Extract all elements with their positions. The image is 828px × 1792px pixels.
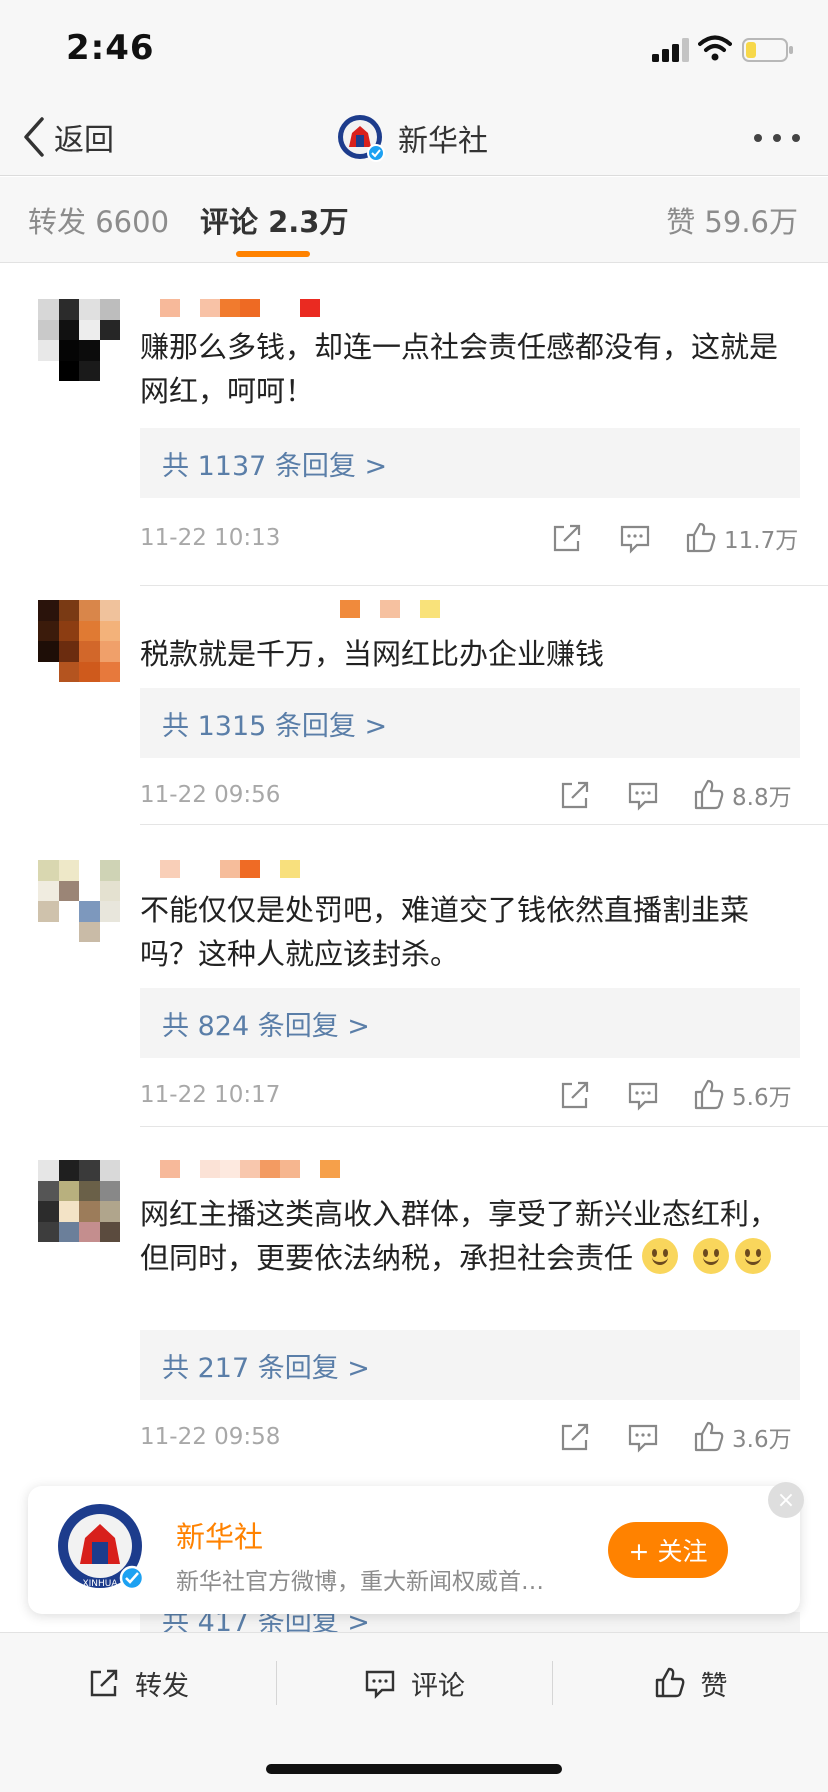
status-bar: 2:46 [0, 0, 828, 100]
comment-date: 11-22 09:56 [140, 782, 281, 808]
like-label: 赞 [700, 1670, 728, 1702]
repost-label: 转发 [135, 1670, 189, 1702]
comment-date: 11-22 09:58 [140, 1424, 281, 1450]
thumbs-up-icon [694, 779, 724, 810]
tab-repost[interactable]: 转发 6600 [28, 199, 169, 241]
avatar[interactable] [38, 600, 120, 682]
replies-link[interactable]: 共 1315 条回复 > [140, 688, 800, 758]
like-count: 3.6万 [732, 1427, 792, 1453]
repost-button[interactable]: 转发 [0, 1633, 276, 1733]
comment-icon [365, 1670, 395, 1699]
like-count: 8.8万 [732, 785, 792, 811]
comment-text: 税款就是千万，当网红比办企业赚钱 [140, 637, 605, 671]
avatar[interactable] [38, 1160, 120, 1242]
avatar[interactable] [38, 299, 120, 381]
avatar[interactable] [38, 860, 120, 942]
comment-meta: 11-22 09:58 3.6万 [140, 1420, 800, 1460]
share-icon[interactable] [550, 521, 584, 555]
account-header[interactable]: 新华社 [336, 108, 488, 168]
home-indicator[interactable] [266, 1764, 562, 1774]
username-pixelated[interactable] [140, 1160, 340, 1178]
username-pixelated[interactable] [140, 860, 300, 878]
cellular-signal-icon [652, 38, 689, 62]
smile-emoji-icon [735, 1238, 772, 1274]
comment-meta: 11-22 10:13 11.7万 [140, 521, 800, 561]
home-indicator-area [0, 1732, 828, 1792]
replies-link[interactable]: 共 417 条回复 > [140, 1612, 800, 1632]
replies-label: 共 1315 条回复 > [162, 711, 388, 742]
replies-link[interactable]: 共 824 条回复 > [140, 988, 800, 1058]
comment-button[interactable]: 评论 [276, 1633, 552, 1733]
comment-icon[interactable] [626, 1078, 660, 1112]
smile-emoji-icon [693, 1238, 730, 1274]
divider [140, 824, 828, 825]
like-count: 11.7万 [724, 528, 799, 554]
share-icon[interactable] [558, 778, 592, 812]
comment-icon[interactable] [618, 521, 652, 555]
replies-link[interactable]: 共 217 条回复 > [140, 1330, 800, 1400]
xinhua-logo-icon: XINHUA [58, 1504, 145, 1591]
username-pixelated[interactable] [140, 600, 440, 618]
replies-label: 共 1137 条回复 > [162, 451, 388, 482]
chevron-left-icon [24, 117, 44, 157]
comment-text-content: 网红主播这类高收入群体，享受了新兴业态红利，但同时，更要依法纳税，承担社会责任 [140, 1197, 779, 1275]
like-button[interactable]: 5.6万 [692, 1078, 792, 1112]
comment-meta: 11-22 10:17 5.6万 [140, 1078, 800, 1118]
comment-date: 11-22 10:17 [140, 1082, 281, 1108]
replies-label: 共 417 条回复 > [162, 1612, 370, 1632]
back-label: 返回 [54, 123, 114, 158]
username-pixelated[interactable] [140, 299, 320, 317]
thumbs-up-icon [694, 1421, 724, 1452]
like-count: 5.6万 [732, 1085, 792, 1111]
follow-suggestion-card: XINHUA 新华社 新华社官方微博，重大新闻权威首… + 关注 × [28, 1482, 804, 1614]
account-description: 新华社官方微博，重大新闻权威首… [176, 1569, 544, 1595]
thumbs-up-icon [686, 522, 716, 553]
share-icon[interactable] [558, 1078, 592, 1112]
thumbs-up-icon [655, 1667, 684, 1698]
logo-text: XINHUA [82, 1579, 118, 1589]
status-time: 2:46 [66, 28, 155, 68]
back-button[interactable]: 返回 [20, 112, 114, 162]
battery-icon [742, 38, 793, 62]
comment-meta: 11-22 09:56 8.8万 [140, 778, 800, 818]
like-button[interactable]: 11.7万 [684, 521, 798, 555]
comment-text: 赚那么多钱，却连一点社会责任感都没有，这就是网红，呵呵！ [140, 330, 779, 408]
comment-icon[interactable] [626, 778, 660, 812]
comment-label: 评论 [411, 1670, 465, 1702]
wifi-icon [698, 35, 732, 61]
comment-text: 不能仅仅是处罚吧，难道交了钱依然直播割韭菜吗？这种人就应该封杀。 [140, 893, 750, 971]
thumbs-up-icon [694, 1079, 724, 1110]
interaction-tabs: 转发 6600 评论 2.3万 赞 59.6万 [0, 177, 828, 263]
divider [140, 585, 828, 586]
share-icon [90, 1669, 118, 1697]
replies-label: 共 217 条回复 > [162, 1353, 370, 1384]
account-name[interactable]: 新华社 [176, 1514, 263, 1556]
smile-emoji-icon [642, 1238, 679, 1274]
tab-like[interactable]: 赞 59.6万 [666, 199, 798, 241]
comment-icon[interactable] [626, 1420, 660, 1454]
xinhua-logo-icon [338, 115, 385, 162]
divider [140, 1126, 828, 1127]
replies-link[interactable]: 共 1137 条回复 > [140, 428, 800, 498]
navigation-bar: 返回 新华社 [0, 100, 828, 176]
like-button[interactable]: 赞 [552, 1633, 828, 1733]
like-button[interactable]: 8.8万 [692, 778, 792, 812]
share-icon[interactable] [558, 1420, 592, 1454]
comment-text: 网红主播这类高收入群体，享受了新兴业态红利，但同时，更要依法纳税，承担社会责任 [140, 1192, 800, 1280]
comment-date: 11-22 10:13 [140, 525, 281, 551]
bottom-toolbar: 转发 评论 赞 [0, 1632, 828, 1732]
like-button[interactable]: 3.6万 [692, 1420, 792, 1454]
active-tab-indicator [236, 251, 310, 257]
account-title: 新华社 [398, 124, 488, 159]
follow-button[interactable]: + 关注 [608, 1522, 728, 1578]
more-options-icon[interactable] [752, 126, 802, 150]
close-icon[interactable]: × [768, 1482, 804, 1518]
replies-label: 共 824 条回复 > [162, 1011, 370, 1042]
